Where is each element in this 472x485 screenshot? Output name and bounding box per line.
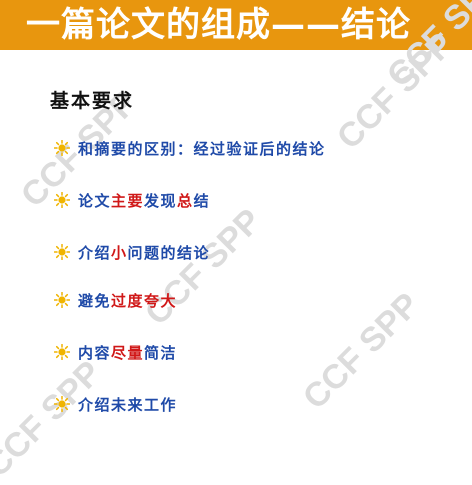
- bullet-text-part: 内容: [78, 343, 112, 362]
- bullet-text-part: 的结论: [160, 243, 211, 262]
- bullet-text-part: 主要: [111, 191, 145, 210]
- sun-icon: [54, 244, 70, 260]
- bullet-text-part: 尽量: [111, 343, 145, 362]
- sun-icon: [54, 344, 70, 360]
- bullet-text: 介绍小问题的结论: [78, 242, 210, 263]
- title-bar: 一篇论文的组成——结论: [0, 0, 472, 50]
- sun-icon: [54, 140, 70, 156]
- bullet-text: 和摘要的区别：经过验证后的结论: [78, 138, 326, 159]
- watermark: CCF SPP: [0, 353, 109, 485]
- bullet-item: 介绍未来工作: [54, 393, 177, 415]
- bullet-text: 论文主要发现总结: [78, 190, 210, 211]
- bullet-item: 介绍小问题的结论: [54, 241, 210, 263]
- bullet-text-part: 论文: [78, 191, 112, 210]
- sun-icon: [54, 396, 70, 412]
- bullet-text: 介绍未来工作: [78, 394, 177, 415]
- bullet-item: 内容尽量简洁: [54, 341, 177, 363]
- sun-icon: [54, 192, 70, 208]
- sun-icon: [54, 292, 70, 308]
- bullet-text-part: 问题: [127, 243, 161, 262]
- page-title: 一篇论文的组成——结论: [26, 5, 411, 45]
- bullet-text-part: 总: [177, 191, 194, 210]
- bullet-text-part: 发现: [144, 191, 178, 210]
- watermark: CCF SPP: [295, 285, 427, 417]
- bullet-item: 论文主要发现总结: [54, 189, 210, 211]
- bullet-text-part: 结: [193, 191, 211, 210]
- section-heading: 基本要求: [50, 90, 135, 112]
- bullet-text-part: 小: [111, 243, 128, 262]
- bullet-text-part: 和摘要的区别：经过验证后的结论: [78, 139, 326, 158]
- bullet-item: 和摘要的区别：经过验证后的结论: [54, 137, 326, 159]
- watermark: CCF SPP: [137, 201, 269, 333]
- bullet-text-part: 未来工作: [111, 395, 178, 414]
- bullet-text: 避免过度夸大: [78, 290, 177, 311]
- bullet-item: 避免过度夸大: [54, 289, 177, 311]
- bullet-text: 内容尽量简洁: [78, 342, 177, 363]
- bullet-text-part: 介绍: [78, 395, 112, 414]
- bullet-text-part: 过度夸大: [111, 291, 178, 310]
- bullet-text-part: 介绍: [78, 243, 112, 262]
- bullet-text-part: 简洁: [144, 343, 178, 362]
- bullet-text-part: 避免: [78, 291, 112, 310]
